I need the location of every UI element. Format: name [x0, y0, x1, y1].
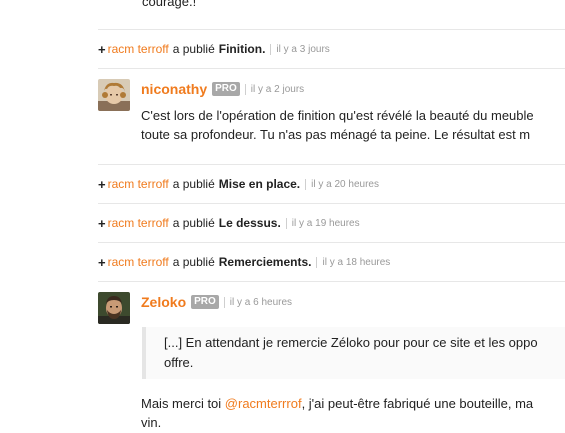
pro-badge: PRO: [212, 82, 240, 96]
activity-user-link[interactable]: racm terroff: [108, 216, 169, 230]
comment-text-segment: , j'ai peut-être fabriqué une bouteille,…: [301, 396, 534, 411]
separator: [285, 217, 287, 229]
pro-badge: PRO: [191, 295, 219, 309]
activity-time: il y a 19 heures: [291, 217, 360, 229]
activity-title-link[interactable]: Mise en place.: [219, 177, 300, 191]
activity-verb: a publié: [172, 216, 215, 230]
quote-line: offre.: [164, 355, 194, 370]
activity-time: il y a 18 heures: [322, 256, 391, 268]
plus-icon: +: [98, 215, 106, 231]
plus-icon: +: [98, 41, 106, 57]
activity-verb: a publié: [172, 177, 215, 191]
quote-line: [...] En attendant je remercie Zéloko po…: [164, 335, 538, 350]
comment-line: vin.: [141, 415, 162, 430]
comment-quote: [...] En attendant je remercie Zéloko po…: [142, 327, 565, 379]
avatar-image: [98, 79, 130, 111]
comment-time: il y a 6 heures: [229, 296, 293, 308]
comment-body: C'est lors de l'opération de finition qu…: [141, 106, 565, 144]
mention-link[interactable]: @racmterrrof: [225, 396, 302, 411]
activity-time: il y a 3 jours: [276, 43, 330, 55]
comment-item: niconathy PRO il y a 2 jours C'est lors …: [98, 68, 565, 163]
activity-verb: a publié: [172, 255, 215, 269]
separator: [305, 178, 307, 190]
avatar[interactable]: [98, 79, 130, 111]
avatar[interactable]: [98, 292, 130, 324]
separator: [270, 43, 272, 55]
comment-line: Mais merci toi @racmterrrof, j'ai peut-ê…: [141, 394, 565, 413]
activity-item: + racm terroff a publié Finition. il y a…: [98, 29, 565, 68]
comment-author-link[interactable]: niconathy: [141, 81, 207, 97]
separator: [223, 296, 225, 308]
activity-user-link[interactable]: racm terroff: [108, 177, 169, 191]
separator: [316, 256, 318, 268]
activity-title-link[interactable]: Remerciements.: [219, 255, 312, 269]
activity-item: + racm terroff a publié Mise en place. i…: [98, 164, 565, 203]
plus-icon: +: [98, 176, 106, 192]
activity-time: il y a 20 heures: [311, 178, 379, 190]
activity-title-link[interactable]: Finition.: [219, 42, 266, 56]
previous-comment-fragment: courage.!: [142, 0, 197, 9]
comment-text-segment: Mais merci toi: [141, 396, 225, 411]
activity-user-link[interactable]: racm terroff: [108, 42, 169, 56]
separator: [244, 83, 246, 95]
plus-icon: +: [98, 254, 106, 270]
activity-feed: courage.! + racm terroff a publié Finiti…: [0, 0, 565, 433]
comment-time: il y a 2 jours: [250, 83, 305, 95]
activity-item: + racm terroff a publié Remerciements. i…: [98, 242, 565, 281]
comment-body: Mais merci toi @racmterrrof, j'ai peut-ê…: [141, 394, 565, 432]
comment-line: toute sa profondeur. Tu n'as pas ménagé …: [141, 127, 531, 142]
comment-item: Zeloko PRO il y a 6 heures [...] En atte…: [98, 281, 565, 433]
activity-verb: a publié: [172, 42, 215, 56]
activity-user-link[interactable]: racm terroff: [108, 255, 169, 269]
avatar-image: [98, 292, 130, 324]
comment-line: C'est lors de l'opération de finition qu…: [141, 108, 534, 123]
comment-header: niconathy PRO il y a 2 jours: [141, 81, 304, 97]
comment-header: Zeloko PRO il y a 6 heures: [141, 294, 292, 310]
comment-author-link[interactable]: Zeloko: [141, 294, 186, 310]
activity-title-link[interactable]: Le dessus.: [219, 216, 281, 230]
activity-item: + racm terroff a publié Le dessus. il y …: [98, 203, 565, 242]
